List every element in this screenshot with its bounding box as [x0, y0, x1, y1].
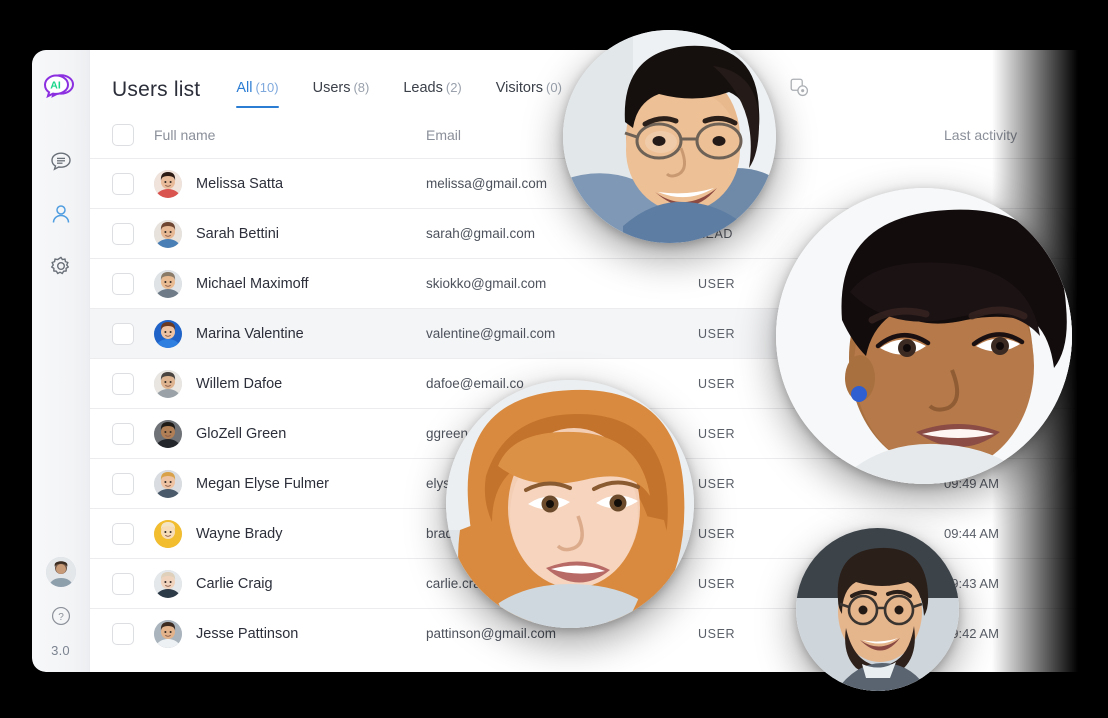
row-checkbox[interactable]: [112, 623, 134, 645]
user-name: Jesse Pattinson: [196, 626, 298, 642]
tab-leads[interactable]: Leads(2): [403, 80, 461, 108]
avatar: [154, 620, 182, 648]
row-checkbox[interactable]: [112, 473, 134, 495]
version-label: 3.0: [51, 643, 70, 658]
column-header-full-name: Full name: [154, 127, 215, 143]
cell-full-name: Wayne Brady: [134, 520, 426, 548]
avatar: [154, 270, 182, 298]
cell-full-name: Willem Dafoe: [134, 370, 426, 398]
avatar: [154, 320, 182, 348]
sidebar-item-users[interactable]: [41, 194, 81, 234]
cell-full-name: Megan Elyse Fulmer: [134, 470, 426, 498]
svg-text:?: ?: [58, 612, 64, 623]
gear-icon: [49, 254, 73, 278]
select-all-checkbox[interactable]: [112, 124, 134, 146]
tab-leads-count: (2): [446, 80, 462, 95]
tab-users-label: Users: [313, 80, 351, 96]
cell-full-name: Melissa Satta: [134, 170, 426, 198]
table-settings-icon[interactable]: [788, 76, 810, 98]
row-checkbox[interactable]: [112, 523, 134, 545]
avatar: [154, 420, 182, 448]
photo-bubble-man-beard: [796, 528, 959, 691]
svg-text:AI: AI: [50, 80, 61, 92]
row-checkbox[interactable]: [112, 173, 134, 195]
user-icon: [49, 202, 73, 226]
page-title: Users list: [112, 78, 200, 112]
photo-bubble-woman-short-hair: [776, 188, 1072, 484]
avatar: [154, 520, 182, 548]
sidebar: AI: [32, 50, 90, 672]
row-checkbox[interactable]: [112, 573, 134, 595]
avatar: [154, 170, 182, 198]
tab-users-count: (8): [353, 80, 369, 95]
tab-all-count: (10): [255, 80, 278, 95]
app-logo[interactable]: AI: [41, 68, 81, 108]
avatar: [154, 570, 182, 598]
cell-email: pattinson@gmail.com: [426, 626, 698, 641]
user-name: GloZell Green: [196, 426, 286, 442]
user-name: Carlie Craig: [196, 576, 273, 592]
tab-visitors-count: (0): [546, 80, 562, 95]
screen: AI: [0, 0, 1108, 718]
cell-email: skiokko@gmail.com: [426, 276, 698, 291]
tab-all[interactable]: All(10): [236, 80, 278, 108]
user-name: Willem Dafoe: [196, 376, 282, 392]
cell-full-name: GloZell Green: [134, 420, 426, 448]
user-name: Melissa Satta: [196, 176, 283, 192]
user-name: Marina Valentine: [196, 326, 304, 342]
cell-full-name: Carlie Craig: [134, 570, 426, 598]
photo-bubble-woman-red-hair: [446, 380, 694, 628]
cell-last-activity: 09:43 AM: [944, 576, 1078, 591]
user-name: Wayne Brady: [196, 526, 283, 542]
sidebar-item-conversations[interactable]: [41, 142, 81, 182]
row-checkbox[interactable]: [112, 323, 134, 345]
tab-visitors-label: Visitors: [496, 80, 543, 96]
tab-all-label: All: [236, 80, 252, 96]
sidebar-item-settings[interactable]: [41, 246, 81, 286]
user-name: Michael Maximoff: [196, 276, 309, 292]
cell-full-name: Sarah Bettini: [134, 220, 426, 248]
cell-full-name: Michael Maximoff: [134, 270, 426, 298]
row-checkbox[interactable]: [112, 423, 134, 445]
chat-icon: [49, 150, 73, 174]
cell-last-activity: 09:44 AM: [944, 526, 1078, 541]
user-name: Sarah Bettini: [196, 226, 279, 242]
cell-last-activity: 09:42 AM: [944, 626, 1078, 641]
column-header-last-activity: Last activity: [944, 127, 1017, 143]
user-name: Megan Elyse Fulmer: [196, 476, 329, 492]
row-checkbox[interactable]: [112, 373, 134, 395]
cell-email: valentine@gmail.com: [426, 326, 698, 341]
column-header-email: Email: [426, 127, 461, 143]
avatar: [154, 220, 182, 248]
cell-full-name: Jesse Pattinson: [134, 620, 426, 648]
avatar: [154, 470, 182, 498]
tab-users[interactable]: Users(8): [313, 80, 370, 108]
tab-visitors[interactable]: Visitors(0): [496, 80, 562, 108]
help-icon[interactable]: ?: [48, 603, 74, 629]
row-checkbox[interactable]: [112, 223, 134, 245]
cell-full-name: Marina Valentine: [134, 320, 426, 348]
row-checkbox[interactable]: [112, 273, 134, 295]
tab-leads-label: Leads: [403, 80, 443, 96]
current-user-avatar[interactable]: [46, 557, 76, 587]
avatar: [154, 370, 182, 398]
photo-bubble-man-glasses: [563, 30, 776, 243]
